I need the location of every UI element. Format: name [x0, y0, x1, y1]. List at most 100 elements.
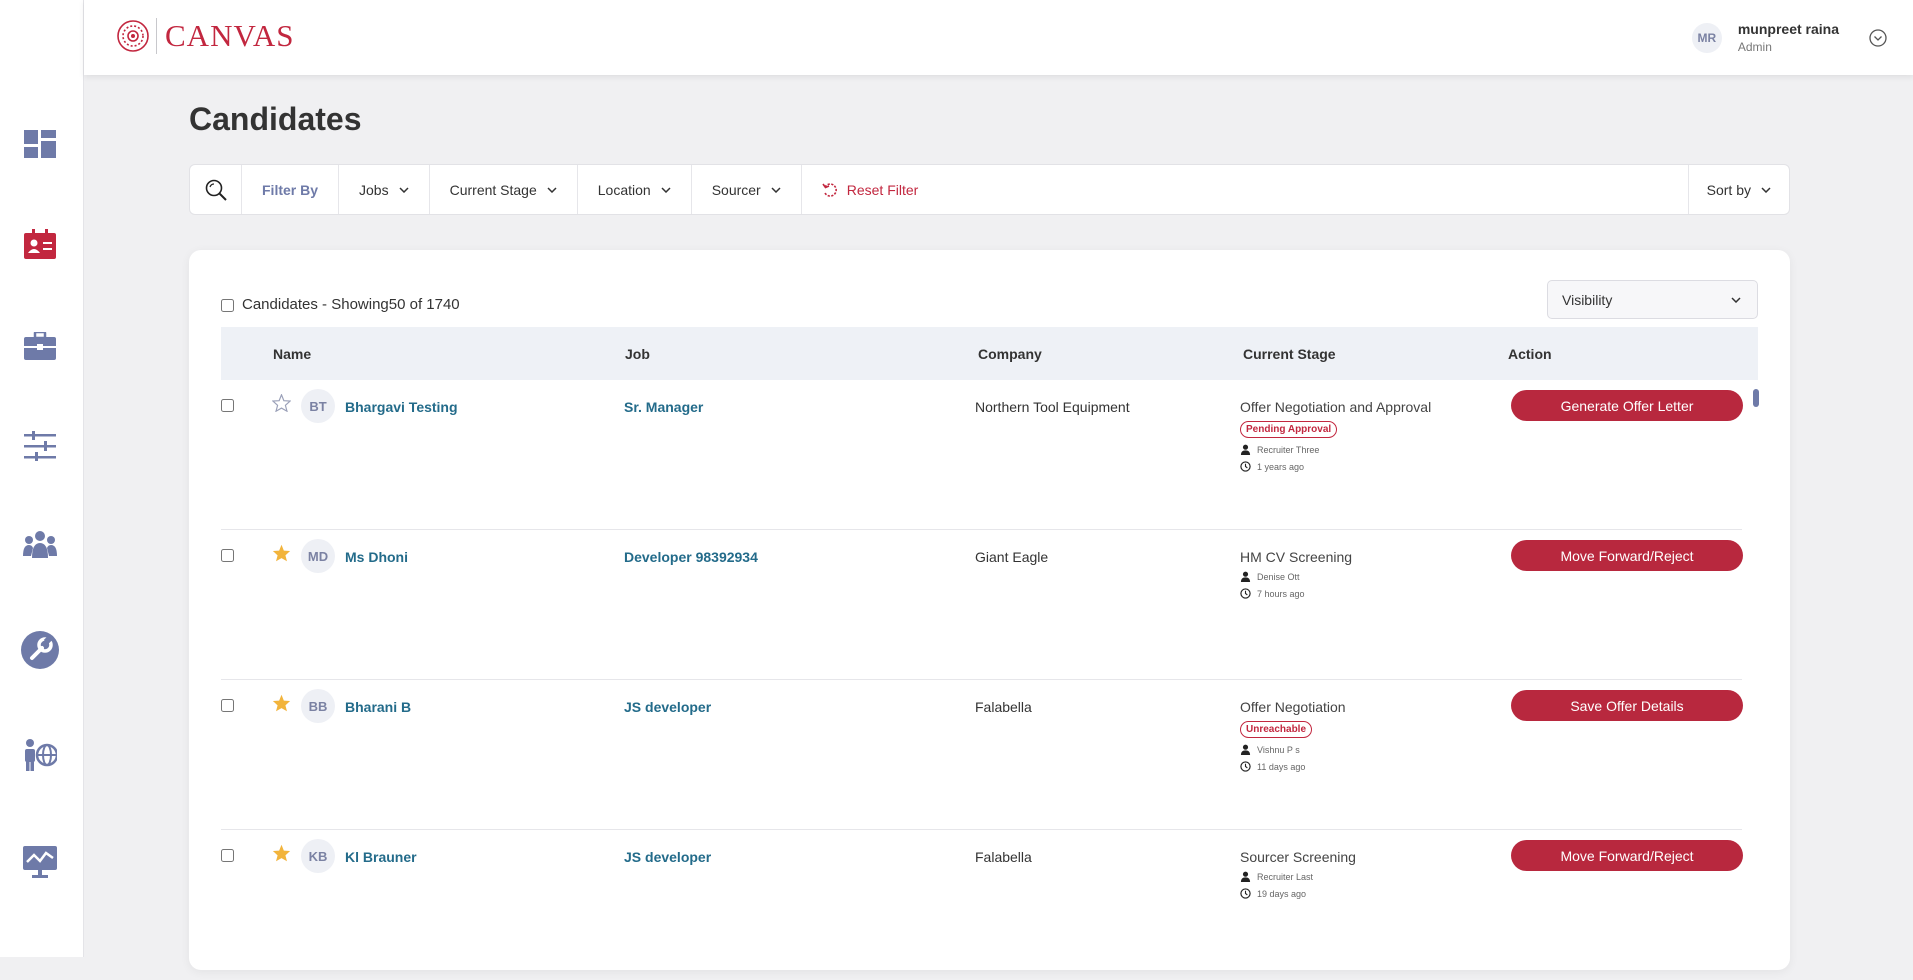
stage-name: HM CV Screening [1240, 549, 1353, 565]
stage-time: 11 days ago [1240, 761, 1346, 772]
current-stage: HM CV Screening Denise Ott 7 hours ago [1240, 549, 1352, 599]
stage-owner-name: Vishnu P s [1257, 744, 1300, 755]
visibility-label: Visibility [1562, 291, 1613, 308]
stage-name: Offer Negotiation and Approval [1240, 399, 1432, 415]
column-header-company[interactable]: Company [978, 346, 1042, 362]
visibility-dropdown[interactable]: Visibility [1547, 280, 1758, 319]
sidebar-item-tools[interactable] [20, 630, 60, 670]
sort-by-label: Sort by [1706, 181, 1751, 198]
select-all-checkbox[interactable] [221, 299, 234, 312]
stage-owner: Denise Ott [1240, 571, 1352, 582]
star-outline-icon[interactable] [272, 394, 291, 412]
column-header-action: Action [1508, 346, 1552, 362]
table-row: BT Bhargavi Testing Sr. Manager Northern… [221, 380, 1743, 530]
global-people-icon [25, 739, 57, 771]
candidate-name-link[interactable]: Bharani B [345, 699, 411, 715]
stage-time-text: 19 days ago [1257, 888, 1307, 899]
stage-owner-name: Recruiter Three [1257, 444, 1320, 455]
table-row: KB Kl Brauner JS developer Falabella Sou… [221, 830, 1743, 980]
row-checkbox[interactable] [221, 849, 234, 862]
filter-current-stage-dropdown[interactable]: Current Stage [430, 165, 578, 214]
candidate-name-link[interactable]: Ms Dhoni [345, 549, 408, 565]
star-filled-icon[interactable] [272, 544, 291, 562]
generate-offer-letter-button[interactable]: Generate Offer Letter [1511, 390, 1743, 421]
move-forward-reject-button[interactable]: Move Forward/Reject [1511, 840, 1743, 871]
star-filled-icon[interactable] [272, 844, 291, 862]
candidate-name-link[interactable]: Kl Brauner [345, 849, 417, 865]
star-filled-icon[interactable] [272, 694, 291, 712]
search-button[interactable] [190, 165, 242, 214]
sidebar [0, 0, 84, 957]
sidebar-item-dashboard[interactable] [20, 124, 60, 164]
filter-current-stage-label: Current Stage [449, 181, 537, 198]
company-name: Falabella [975, 699, 1032, 715]
job-link[interactable]: Developer 98392934 [624, 549, 758, 565]
table-header: Name Job Company Current Stage Action [221, 327, 1758, 380]
user-avatar: MR [1691, 22, 1722, 53]
filter-bar: Filter By Jobs Current Stage Location So… [189, 164, 1790, 215]
user-menu[interactable]: MR munpreet raina Admin [1691, 21, 1887, 54]
stage-name: Offer Negotiation [1240, 699, 1346, 715]
row-checkbox[interactable] [221, 549, 234, 562]
sidebar-item-global[interactable] [20, 735, 60, 775]
chevron-down-icon [1731, 296, 1741, 303]
job-link[interactable]: Sr. Manager [624, 399, 703, 415]
chevron-down-icon [399, 186, 409, 193]
filter-location-label: Location [597, 181, 651, 198]
stage-time-text: 1 years ago [1257, 461, 1305, 472]
top-bar: CANVAS MR munpreet raina Admin [84, 0, 1913, 75]
canvas-logo[interactable]: CANVAS [116, 18, 294, 54]
showing-count: Candidates - Showing50 of 1740 [242, 296, 460, 313]
status-badge: Pending Approval [1240, 421, 1338, 438]
sort-by-dropdown[interactable]: Sort by [1687, 165, 1789, 214]
move-forward-reject-button[interactable]: Move Forward/Reject [1511, 540, 1743, 571]
candidate-avatar: MD [301, 539, 335, 573]
logo-divider [156, 18, 157, 54]
sidebar-item-analytics[interactable] [20, 842, 60, 882]
clock-icon [1240, 461, 1251, 472]
candidates-card: Candidates - Showing50 of 1740 Visibilit… [189, 250, 1790, 970]
reset-filter-button[interactable]: Reset Filter [802, 165, 939, 214]
person-icon [1240, 871, 1251, 882]
stage-owner-name: Recruiter Last [1257, 871, 1314, 882]
clock-icon [1240, 761, 1251, 772]
sidebar-item-candidates[interactable] [20, 224, 60, 264]
column-header-current-stage[interactable]: Current Stage [1243, 346, 1336, 362]
table-row: BB Bharani B JS developer Falabella Offe… [221, 680, 1743, 830]
clock-icon [1240, 588, 1251, 599]
job-link[interactable]: JS developer [624, 699, 711, 715]
stage-owner: Vishnu P s [1240, 744, 1346, 755]
filter-jobs-label: Jobs [359, 181, 389, 198]
column-header-job[interactable]: Job [625, 346, 650, 362]
row-checkbox[interactable] [221, 399, 234, 412]
sidebar-item-jobs[interactable] [20, 326, 60, 366]
save-offer-details-button[interactable]: Save Offer Details [1511, 690, 1743, 721]
analytics-monitor-icon [23, 846, 57, 878]
search-icon [205, 179, 227, 201]
filter-jobs-dropdown[interactable]: Jobs [339, 165, 430, 214]
sliders-icon [24, 431, 56, 461]
person-icon [1240, 571, 1251, 582]
candidate-name-link[interactable]: Bhargavi Testing [345, 399, 458, 415]
filter-location-dropdown[interactable]: Location [578, 165, 692, 214]
chevron-down-circle-icon[interactable] [1869, 28, 1887, 47]
chevron-down-icon [1761, 186, 1771, 193]
company-name: Falabella [975, 849, 1032, 865]
sidebar-item-team[interactable] [20, 524, 60, 564]
candidate-avatar: BB [301, 689, 335, 723]
row-checkbox[interactable] [221, 699, 234, 712]
job-link[interactable]: JS developer [624, 849, 711, 865]
chevron-down-icon [771, 186, 781, 193]
filter-by-label: Filter By [242, 165, 340, 214]
stage-time: 7 hours ago [1240, 588, 1352, 599]
sidebar-item-settings[interactable] [20, 426, 60, 466]
filter-sourcer-label: Sourcer [711, 181, 761, 198]
filter-sourcer-dropdown[interactable]: Sourcer [692, 165, 802, 214]
stage-time-text: 7 hours ago [1257, 588, 1305, 599]
stage-time-text: 11 days ago [1257, 761, 1306, 772]
list-scrollbar[interactable] [1753, 380, 1760, 970]
person-icon [1240, 744, 1251, 755]
stage-owner: Recruiter Last [1240, 871, 1356, 882]
scrollbar-thumb[interactable] [1753, 389, 1759, 407]
column-header-name[interactable]: Name [273, 346, 311, 362]
